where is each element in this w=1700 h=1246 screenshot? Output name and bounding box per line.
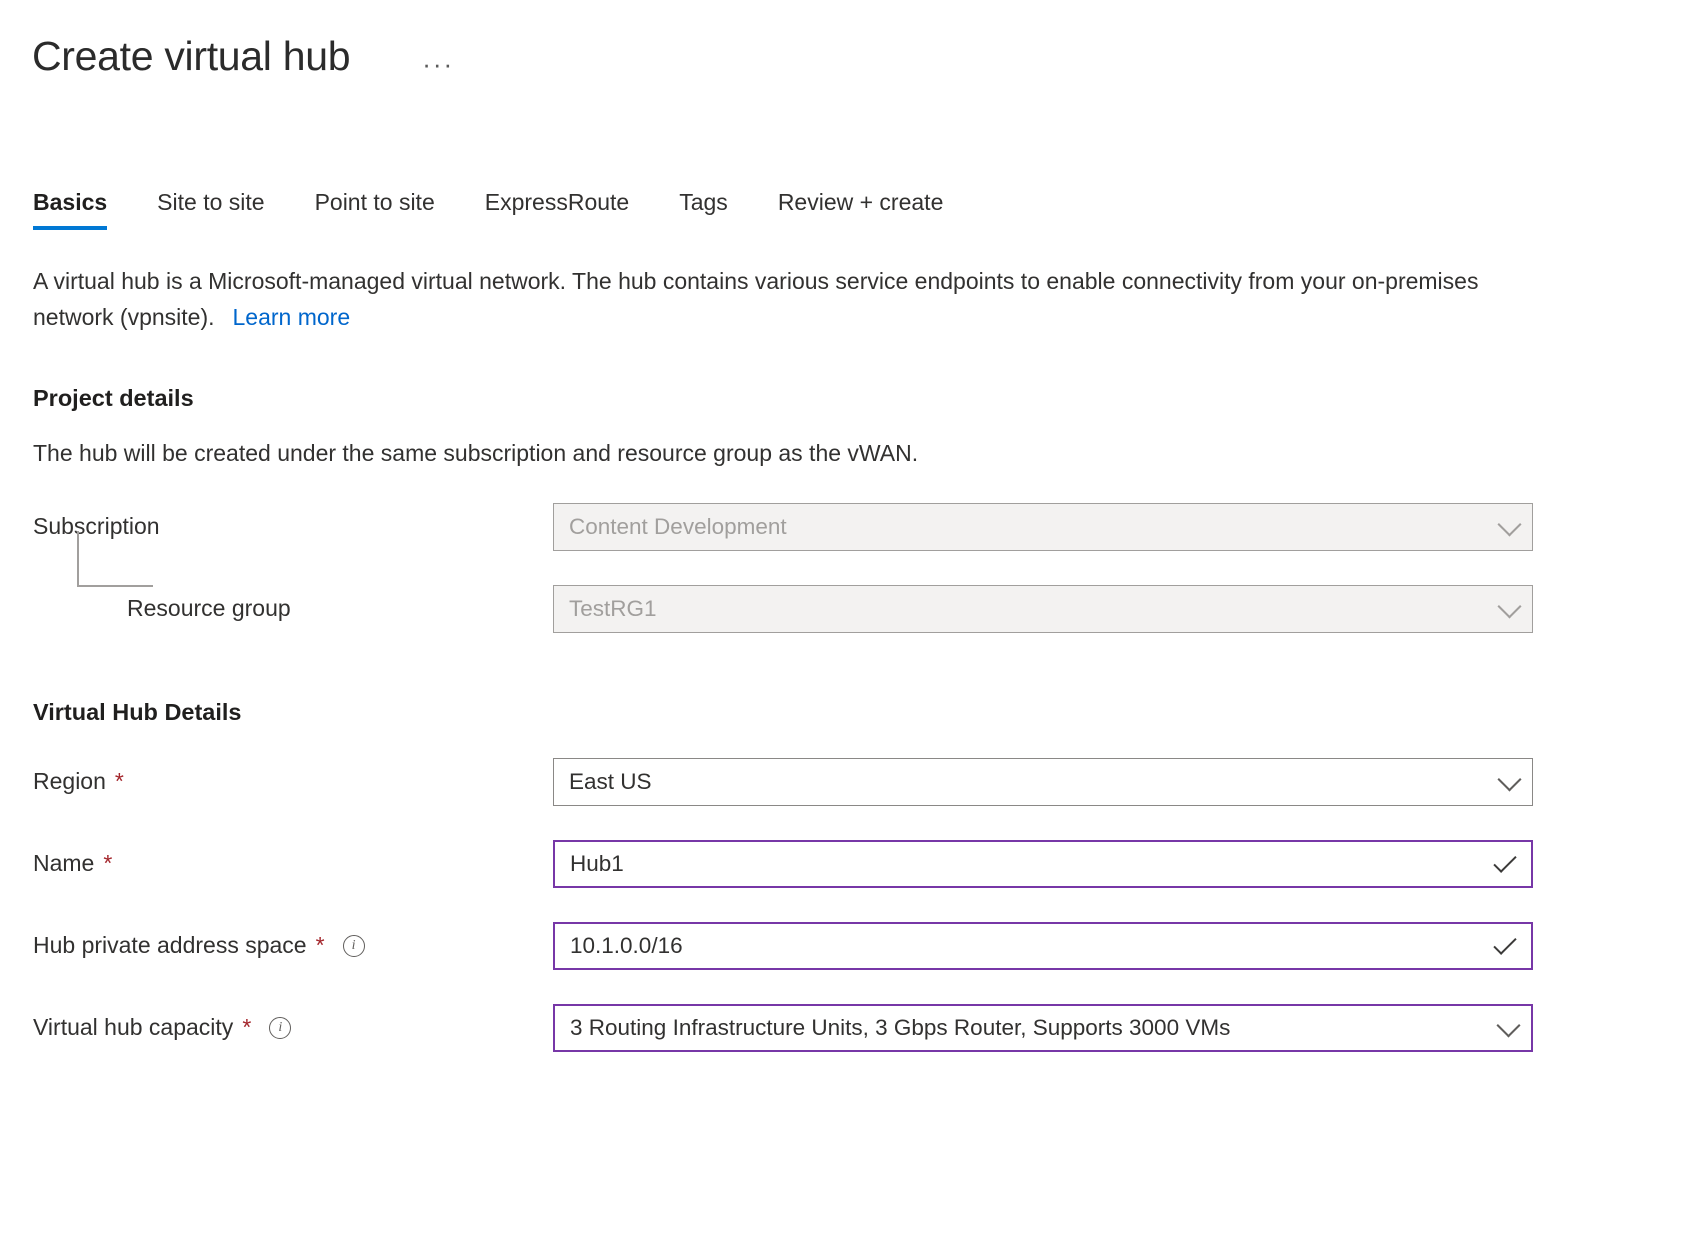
name-label-cell: Name * bbox=[33, 850, 553, 877]
virtual-hub-capacity-dropdown[interactable]: 3 Routing Infrastructure Units, 3 Gbps R… bbox=[553, 1004, 1533, 1052]
resource-group-dropdown[interactable]: TestRG1 bbox=[553, 585, 1533, 633]
subscription-label: Subscription bbox=[33, 513, 160, 540]
hub-private-address-space-label-cell: Hub private address space * i bbox=[33, 932, 553, 959]
tab-basics[interactable]: Basics bbox=[33, 189, 107, 230]
virtual-hub-capacity-label-cell: Virtual hub capacity * i bbox=[33, 1014, 553, 1041]
resource-group-label: Resource group bbox=[127, 595, 291, 622]
page-title: Create virtual hub bbox=[32, 32, 350, 81]
info-icon[interactable]: i bbox=[269, 1017, 291, 1039]
name-label: Name bbox=[33, 850, 94, 877]
tab-expressroute[interactable]: ExpressRoute bbox=[485, 189, 629, 230]
virtual-hub-capacity-value: 3 Routing Infrastructure Units, 3 Gbps R… bbox=[570, 1015, 1230, 1041]
region-label-cell: Region * bbox=[33, 768, 553, 795]
more-ellipsis-icon[interactable]: ··· bbox=[416, 55, 460, 73]
hub-private-address-space-input[interactable]: 10.1.0.0/16 bbox=[553, 922, 1533, 970]
region-label: Region bbox=[33, 768, 106, 795]
resource-group-row: Resource group TestRG1 bbox=[33, 585, 1700, 633]
region-row: Region * East US bbox=[33, 758, 1700, 806]
tab-site-to-site[interactable]: Site to site bbox=[157, 189, 264, 230]
hub-private-address-space-label: Hub private address space bbox=[33, 932, 307, 959]
name-required-asterisk: * bbox=[103, 852, 112, 875]
chevron-down-icon bbox=[1497, 767, 1521, 791]
virtual-hub-capacity-label: Virtual hub capacity bbox=[33, 1014, 233, 1041]
tab-bar: Basics Site to site Point to site Expres… bbox=[0, 178, 1700, 230]
project-details-form: Subscription Content Development Resourc… bbox=[0, 503, 1700, 633]
subscription-value: Content Development bbox=[569, 514, 787, 540]
virtual-hub-details-heading: Virtual Hub Details bbox=[33, 699, 1700, 726]
virtual-hub-capacity-required-asterisk: * bbox=[242, 1016, 251, 1039]
project-details-heading: Project details bbox=[33, 385, 1700, 412]
virtual-hub-capacity-row: Virtual hub capacity * i 3 Routing Infra… bbox=[33, 1004, 1700, 1052]
virtual-hub-details-form: Region * East US Name * Hub1 Hub private… bbox=[0, 758, 1700, 1052]
hub-private-address-space-row: Hub private address space * i 10.1.0.0/1… bbox=[33, 922, 1700, 970]
tab-point-to-site[interactable]: Point to site bbox=[315, 189, 435, 230]
hub-private-address-space-value: 10.1.0.0/16 bbox=[570, 933, 683, 959]
blade-header: Create virtual hub ··· bbox=[0, 0, 1700, 92]
checkmark-icon bbox=[1493, 931, 1516, 954]
subscription-label-cell: Subscription bbox=[33, 513, 553, 540]
name-row: Name * Hub1 bbox=[33, 840, 1700, 888]
tab-tags[interactable]: Tags bbox=[679, 189, 728, 230]
chevron-down-icon bbox=[1497, 594, 1521, 618]
create-virtual-hub-blade: Create virtual hub ··· Basics Site to si… bbox=[0, 0, 1700, 1246]
name-input[interactable]: Hub1 bbox=[553, 840, 1533, 888]
intro-paragraph: A virtual hub is a Microsoft-managed vir… bbox=[0, 263, 1560, 336]
subscription-row: Subscription Content Development bbox=[33, 503, 1700, 551]
tab-review-create[interactable]: Review + create bbox=[778, 189, 944, 230]
name-value: Hub1 bbox=[570, 851, 624, 877]
chevron-down-icon bbox=[1497, 512, 1521, 536]
info-icon[interactable]: i bbox=[343, 935, 365, 957]
chevron-down-icon bbox=[1496, 1013, 1520, 1037]
learn-more-link[interactable]: Learn more bbox=[233, 304, 351, 330]
checkmark-icon bbox=[1493, 849, 1516, 872]
region-dropdown[interactable]: East US bbox=[553, 758, 1533, 806]
region-required-asterisk: * bbox=[115, 770, 124, 793]
region-value: East US bbox=[569, 769, 652, 795]
resource-group-label-cell: Resource group bbox=[33, 595, 553, 622]
resource-group-value: TestRG1 bbox=[569, 596, 657, 622]
subscription-dropdown[interactable]: Content Development bbox=[553, 503, 1533, 551]
hub-private-address-space-required-asterisk: * bbox=[316, 934, 325, 957]
project-details-description: The hub will be created under the same s… bbox=[33, 440, 1700, 467]
